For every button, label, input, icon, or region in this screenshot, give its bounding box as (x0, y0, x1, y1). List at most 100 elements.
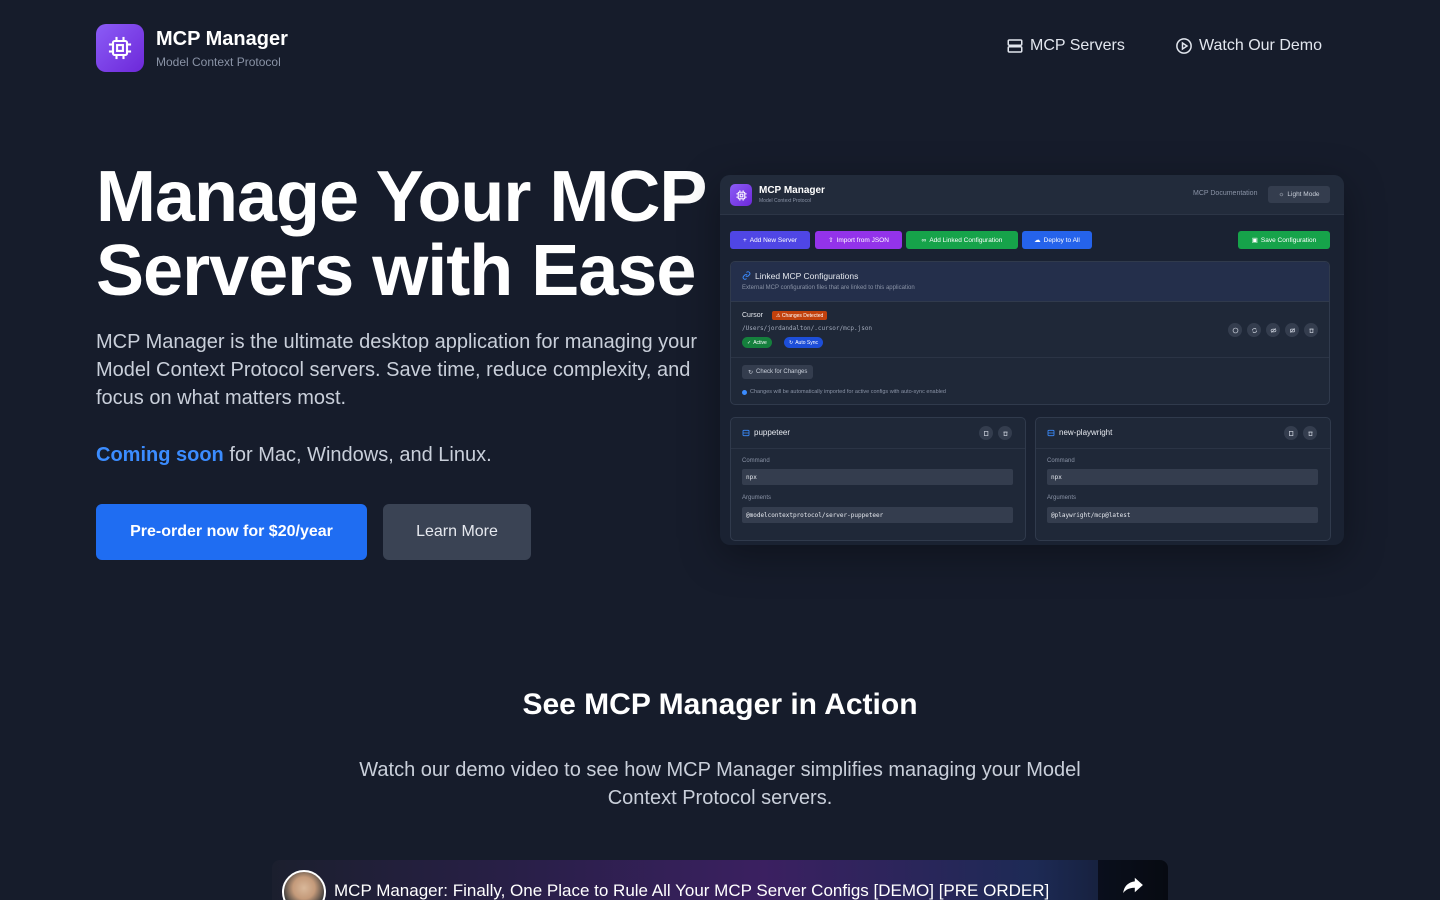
server-icon (1007, 39, 1023, 53)
preview-subtitle: Model Context Protocol (759, 198, 811, 204)
nav-watch-demo-label: Watch Our Demo (1199, 37, 1322, 54)
preview-add-linked-button: ∞ Add Linked Configuration (906, 231, 1018, 249)
check-changes-label: Check for Changes (756, 369, 808, 375)
eye-off-icon (1266, 323, 1280, 337)
arguments-label: Arguments (1047, 495, 1077, 501)
auto-import-note: Changes will be automatically imported f… (742, 389, 946, 395)
server-card-actions (979, 426, 1012, 440)
auto-import-text: Changes will be automatically imported f… (750, 389, 946, 395)
check-changes-button: ↻ Check for Changes (742, 365, 814, 379)
arguments-field: @playwright/mcp@latest (1047, 507, 1318, 523)
changes-detected-label: Changes Detected (781, 312, 824, 319)
hero-description: MCP Manager is the ultimate desktop appl… (96, 331, 698, 409)
cursor-config-label: Cursor (742, 312, 764, 319)
link-icon: ∞ (921, 236, 927, 244)
share-icon (1123, 877, 1143, 894)
auto-sync-badge: ↻ Auto Sync (784, 337, 823, 348)
brand-subtitle: Model Context Protocol (156, 55, 281, 69)
add-server-label: Add New Server (749, 236, 798, 244)
nav-mcp-servers[interactable]: MCP Servers (1006, 37, 1125, 55)
linked-configs-header: Linked MCP Configurations External MCP c… (731, 262, 1329, 302)
demo-video-embed[interactable]: MCP Manager: Finally, One Place to Rule … (272, 860, 1168, 900)
import-label: Import from JSON (836, 236, 889, 244)
auto-sync-label: Auto Sync (795, 339, 818, 346)
hero-title-line2: Servers with Ease (96, 231, 696, 311)
linked-configs-subtitle: External MCP configuration files that ar… (742, 285, 915, 291)
save-label: Save Configuration (1260, 236, 1317, 244)
sun-icon: ☼ (1278, 191, 1285, 198)
availability-text: Coming soon for Mac, Windows, and Linux. (96, 444, 492, 467)
upload-icon: ⇧ (828, 237, 834, 244)
server-icon (1047, 429, 1055, 436)
play-circle-icon (1176, 38, 1192, 54)
plus-icon: + (742, 236, 747, 244)
brand-logo[interactable] (96, 24, 144, 72)
arguments-field: @modelcontextprotocol/server-puppeteer (742, 507, 1013, 523)
preview-doc-link: MCP Documentation (1193, 190, 1258, 197)
server-name-label: new-playwright (1059, 428, 1113, 437)
server-card-puppeteer: puppeteer Command npx Arguments @modelco… (730, 417, 1026, 541)
hero-title-line1: Manage Your MCP (96, 157, 707, 237)
command-label: Command (742, 458, 770, 464)
nav-watch-demo[interactable]: Watch Our Demo (1175, 37, 1322, 55)
unlink-icon (1285, 323, 1299, 337)
cursor-config-path: /Users/jordandalton/.cursor/mcp.json (742, 325, 873, 332)
coming-soon-rest: for Mac, Windows, and Linux. (223, 444, 492, 466)
video-title[interactable]: MCP Manager: Finally, One Place to Rule … (334, 881, 1049, 900)
trash-icon (998, 426, 1012, 440)
server-name: new-playwright (1047, 428, 1112, 437)
chip-icon (108, 36, 132, 60)
active-badge: ✓ Active (742, 337, 772, 348)
channel-avatar[interactable] (282, 870, 326, 900)
server-card-actions (1284, 426, 1317, 440)
cloud-icon: ☁ (1034, 237, 1041, 244)
server-card-new-playwright: new-playwright Command npx Arguments @pl… (1035, 417, 1331, 541)
preview-logo (730, 184, 752, 206)
link-icon (742, 271, 751, 280)
brand-title: MCP Manager (156, 28, 288, 50)
sync-icon: ↻ (789, 339, 794, 346)
refresh-icon: ↻ (748, 369, 754, 376)
linked-divider (731, 357, 1329, 358)
app-preview: MCP Manager Model Context Protocol MCP D… (720, 175, 1344, 545)
cursor-config-actions (1228, 323, 1318, 337)
server-icon (742, 429, 750, 436)
hero-title: Manage Your MCP Servers with Ease (96, 160, 756, 308)
preview-title: MCP Manager (759, 185, 825, 196)
learn-more-button[interactable]: Learn More (383, 504, 531, 560)
refresh-icon (1247, 323, 1261, 337)
copy-icon (1284, 426, 1298, 440)
preview-import-json-button: ⇧ Import from JSON (815, 231, 902, 249)
linked-configs-panel: Linked MCP Configurations External MCP c… (730, 261, 1330, 405)
trash-icon (1303, 426, 1317, 440)
server-name-label: puppeteer (754, 428, 791, 437)
preview-topbar: MCP Manager Model Context Protocol MCP D… (720, 175, 1344, 215)
coming-soon-highlight: Coming soon (96, 444, 224, 466)
arguments-label: Arguments (742, 495, 772, 501)
preorder-button[interactable]: Pre-order now for $20/year (96, 504, 367, 560)
save-icon: ▣ (1251, 237, 1258, 244)
info-dot-icon (742, 389, 747, 395)
trash-icon (1304, 323, 1318, 337)
changes-detected-badge: ⚠ Changes Detected (772, 311, 828, 320)
nav-mcp-servers-label: MCP Servers (1030, 37, 1125, 54)
active-label: Active (753, 339, 767, 346)
server-name: puppeteer (742, 428, 790, 437)
command-field: npx (742, 469, 1013, 485)
share-button[interactable] (1098, 860, 1168, 900)
deploy-label: Deploy to All (1043, 236, 1080, 244)
info-icon (1228, 323, 1242, 337)
demo-section-description: Watch our demo video to see how MCP Mana… (359, 759, 1081, 809)
preview-add-server-button: + Add New Server (730, 231, 810, 249)
linked-configs-title: Linked MCP Configurations (755, 271, 859, 281)
linked-label: Add Linked Configuration (929, 236, 1003, 244)
check-circle-icon: ✓ (747, 339, 752, 346)
server-card-header: puppeteer (731, 418, 1025, 449)
chip-icon (735, 189, 747, 201)
preview-save-button: ▣ Save Configuration (1238, 231, 1330, 249)
server-card-header: new-playwright (1036, 418, 1330, 449)
command-label: Command (1047, 458, 1075, 464)
demo-section-title: See MCP Manager in Action (522, 688, 918, 721)
copy-icon (979, 426, 993, 440)
preview-deploy-button: ☁ Deploy to All (1022, 231, 1092, 249)
